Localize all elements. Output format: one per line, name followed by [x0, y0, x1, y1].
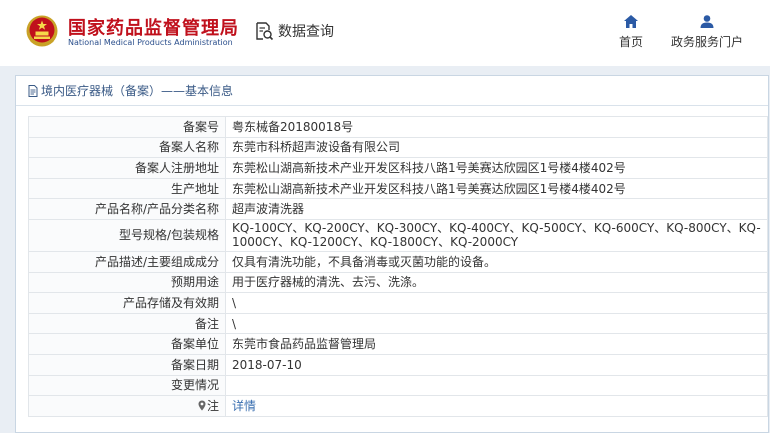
search-document-icon — [256, 22, 274, 41]
field-label: 产品名称/产品分类名称 — [28, 198, 226, 220]
document-icon — [28, 84, 38, 97]
table-row: 备案日期 2018-07-10 — [28, 353, 768, 376]
field-label: 备案号 — [28, 116, 226, 138]
table-row: 备注 \ — [28, 312, 768, 335]
table-row: 预期用途 用于医疗器械的清洗、去污、洗涤。 — [28, 271, 768, 294]
user-icon — [700, 15, 714, 28]
field-label: 产品描述/主要组成成分 — [28, 250, 226, 273]
nav-home-label: 首页 — [618, 35, 643, 49]
field-label: 备案日期 — [28, 353, 226, 376]
field-label: 型号规格/包装规格 — [28, 218, 226, 252]
field-value: \ — [225, 292, 768, 314]
national-emblem-icon — [26, 15, 58, 47]
field-label: 产品存储及有效期 — [28, 292, 226, 314]
field-label: 变更情况 — [28, 374, 226, 397]
field-value — [225, 374, 768, 397]
note-label-cell: 注 — [28, 395, 226, 417]
field-value: 东莞市科桥超声波设备有限公司 — [225, 136, 768, 159]
data-query-button[interactable]: 数据查询 — [254, 21, 334, 41]
nav-home[interactable]: 首页 — [612, 15, 650, 50]
field-value: 用于医疗器械的清洗、去污、洗涤。 — [225, 271, 768, 294]
table-row: 备案人注册地址 东莞松山湖高新技术产业开发区科技八路1号美赛达欣园区1号楼4楼4… — [28, 157, 768, 179]
detail-cell: 详情 — [225, 395, 768, 417]
field-value: 2018-07-10 — [225, 353, 768, 376]
table-row: 生产地址 东莞松山湖高新技术产业开发区科技八路1号美赛达欣园区1号楼4楼402号 — [28, 177, 768, 200]
note-label: 注 — [206, 398, 219, 413]
field-value: 超声波清洗器 — [225, 198, 768, 220]
location-pin-icon — [198, 400, 206, 411]
field-label: 备注 — [28, 312, 226, 335]
field-value: 粤东械备20180018号 — [225, 116, 768, 138]
table-row: 备案号 粤东械备20180018号 — [28, 116, 768, 138]
org-name-cn: 国家药品监督管理局 — [68, 18, 239, 39]
panel-title-text: 境内医疗器械（备案）——基本信息 — [41, 84, 234, 98]
detail-link[interactable]: 详情 — [232, 399, 256, 413]
table-row: 备案单位 东莞市食品药品监督管理局 — [28, 333, 768, 355]
field-value: \ — [225, 312, 768, 335]
table-row: 备案人名称 东莞市科桥超声波设备有限公司 — [28, 136, 768, 159]
nav-gov-services-label: 政务服务门户 — [670, 35, 743, 49]
table-row: 产品名称/产品分类名称 超声波清洗器 — [28, 198, 768, 220]
field-label: 预期用途 — [28, 271, 226, 294]
field-label: 备案单位 — [28, 333, 226, 355]
field-value: 东莞市食品药品监督管理局 — [225, 333, 768, 355]
field-value: 东莞松山湖高新技术产业开发区科技八路1号美赛达欣园区1号楼4楼402号 — [225, 157, 768, 179]
nav-gov-services[interactable]: 政务服务门户 — [668, 15, 746, 50]
panel-title: 境内医疗器械（备案）——基本信息 — [16, 76, 768, 106]
field-value: 仅具有清洗功能，不具备消毒或灭菌功能的设备。 — [225, 250, 768, 273]
table-row: 型号规格/包装规格 KQ-100CY、KQ-200CY、KQ-300CY、KQ-… — [28, 218, 768, 252]
field-label: 生产地址 — [28, 177, 226, 200]
table-row: 注 详情 — [28, 395, 768, 417]
table-row: 产品存储及有效期 \ — [28, 292, 768, 314]
table-row: 变更情况 — [28, 374, 768, 397]
data-query-label: 数据查询 — [278, 24, 334, 40]
info-table: 备案号 粤东械备20180018号 备案人名称 东莞市科桥超声波设备有限公司 备… — [28, 116, 768, 417]
home-icon — [624, 15, 638, 28]
field-label: 备案人注册地址 — [28, 157, 226, 179]
field-value: KQ-100CY、KQ-200CY、KQ-300CY、KQ-400CY、KQ-5… — [225, 218, 768, 252]
field-value: 东莞松山湖高新技术产业开发区科技八路1号美赛达欣园区1号楼4楼402号 — [225, 177, 768, 200]
site-header: 国家药品监督管理局 National Medical Products Admi… — [0, 0, 770, 64]
field-label: 备案人名称 — [28, 136, 226, 159]
info-panel: 境内医疗器械（备案）——基本信息 备案号 粤东械备20180018号 备案人名称… — [15, 75, 769, 433]
table-row: 产品描述/主要组成成分 仅具有清洗功能，不具备消毒或灭菌功能的设备。 — [28, 250, 768, 273]
org-name-en: National Medical Products Administration — [68, 38, 233, 47]
